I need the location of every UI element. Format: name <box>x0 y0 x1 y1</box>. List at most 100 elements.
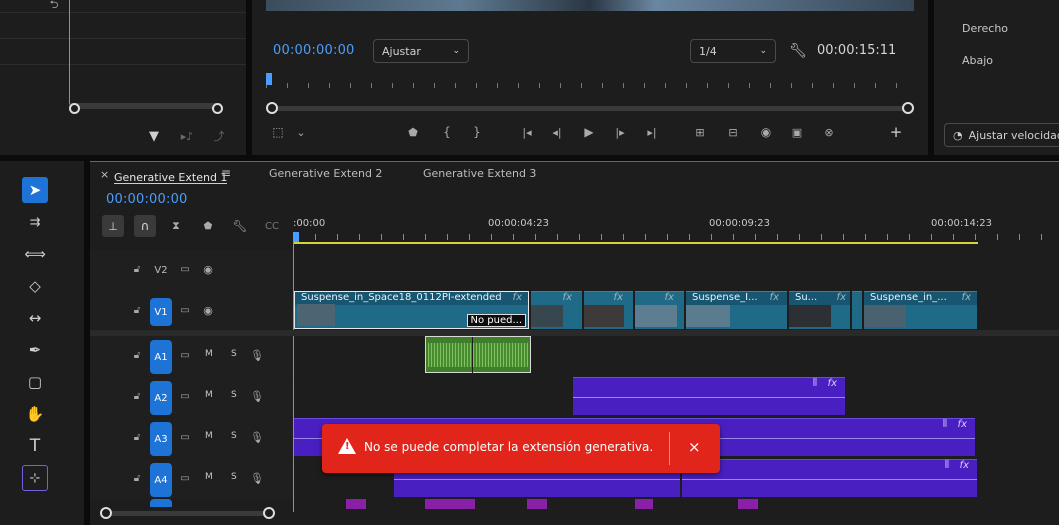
track-label-a3[interactable]: A3 <box>150 422 172 456</box>
back-arrow-icon[interactable]: ⮌ <box>44 0 64 11</box>
timeline-playhead-handle[interactable] <box>293 232 299 242</box>
insert-icon[interactable]: ⊞ <box>691 124 709 140</box>
resolution-dropdown[interactable]: 1/4 ⌄ <box>690 39 776 63</box>
go-to-in-icon[interactable]: |◂ <box>518 124 536 140</box>
timeline-scrollbar[interactable] <box>100 511 270 516</box>
camera-icon[interactable]: ◉ <box>757 124 775 140</box>
solo-button[interactable]: S <box>231 390 237 400</box>
lock-icon[interactable]: 🔓︎ <box>130 303 144 317</box>
generative-extend-tool-icon[interactable]: ⊹ <box>22 465 48 491</box>
audio-clip-a5[interactable] <box>635 499 653 509</box>
timeline-scroll-handle-right[interactable] <box>263 507 275 519</box>
track-label-a2[interactable]: A2 <box>150 381 172 415</box>
lock-icon[interactable]: 🔓︎ <box>130 262 144 276</box>
step-back-icon[interactable]: ◂| <box>549 124 565 140</box>
effects-item-abajo[interactable]: Abajo <box>962 54 993 67</box>
program-scroll-handle-left[interactable] <box>266 102 278 114</box>
video-clip[interactable]: fx <box>635 291 684 329</box>
track-divider-va[interactable] <box>90 330 1059 336</box>
audio-clip-a5[interactable] <box>738 499 758 509</box>
mark-in-icon[interactable]: { <box>440 124 454 140</box>
video-clip-suspense-4[interactable]: Suspense_in_... fx <box>864 291 977 329</box>
audio-clip-a5[interactable] <box>527 499 547 509</box>
tab-close-icon[interactable]: × <box>100 168 109 181</box>
slip-tool-icon[interactable]: ↔ <box>22 305 48 331</box>
lock-icon[interactable]: 🔓︎ <box>130 348 144 362</box>
tab-generative-extend-3[interactable]: Generative Extend 3 <box>423 167 536 180</box>
captions-icon[interactable]: CC <box>263 218 281 234</box>
pen-tool-icon[interactable]: ✒ <box>22 337 48 363</box>
razor-tool-icon[interactable]: ◇ <box>22 273 48 299</box>
filter-icon[interactable]: ▼ <box>145 128 163 144</box>
lock-icon[interactable]: 🔓︎ <box>130 430 144 444</box>
rectangle-tool-icon[interactable]: ▢ <box>22 369 48 395</box>
linked-selection-icon[interactable]: ⧗ <box>168 218 184 234</box>
marker-icon[interactable]: ⬟ <box>405 124 421 140</box>
mute-button[interactable]: M <box>205 349 213 359</box>
microphone-icon[interactable]: 🎙︎ <box>250 471 264 485</box>
source-scroll-handle-right[interactable] <box>212 103 223 114</box>
wrench-icon[interactable]: 🔧︎ <box>789 42 807 60</box>
effects-item-derecho[interactable]: Derecho <box>962 22 1008 35</box>
video-clip-main[interactable]: Suspense_in_Space18_0112PI-extended fx N… <box>294 291 529 329</box>
film-icon[interactable]: ▭ <box>178 430 192 444</box>
audio-clip-a5[interactable] <box>346 499 366 509</box>
solo-button[interactable]: S <box>231 472 237 482</box>
audio-clip-a2[interactable]: fx ⫼ <box>573 377 845 415</box>
ripple-edit-tool-icon[interactable]: ⟺ <box>22 241 48 267</box>
mute-button[interactable]: M <box>205 390 213 400</box>
program-playhead[interactable] <box>266 73 272 85</box>
lock-icon[interactable]: 🔓︎ <box>130 389 144 403</box>
video-clip[interactable]: fx <box>531 291 582 329</box>
eye-icon[interactable]: ◉ <box>200 262 216 276</box>
film-icon[interactable]: ▭ <box>178 262 192 276</box>
track-label-v2[interactable]: V2 <box>150 258 172 282</box>
video-clip[interactable]: fx <box>584 291 633 329</box>
export-icon[interactable]: ⤴ <box>210 128 228 144</box>
film-icon[interactable]: ▭ <box>178 389 192 403</box>
mark-out-icon[interactable]: } <box>470 124 484 140</box>
program-mini-ruler[interactable] <box>266 74 914 88</box>
program-timecode-current[interactable]: 00:00:00:00 <box>273 43 355 58</box>
selection-tool-icon[interactable]: ➤ <box>22 177 48 203</box>
solo-button[interactable]: S <box>231 349 237 359</box>
program-scrollbar[interactable] <box>272 106 908 111</box>
go-to-out-icon[interactable]: ▸| <box>643 124 661 140</box>
work-area-bar[interactable] <box>293 242 978 244</box>
tab-menu-icon[interactable]: ≡ <box>221 166 231 180</box>
microphone-icon[interactable]: 🎙︎ <box>250 348 264 362</box>
audio-clip-a1[interactable] <box>425 336 531 374</box>
speed-button[interactable]: ◔ Ajustar velocidad... <box>944 123 1059 147</box>
comparison-view-icon[interactable]: ▣ <box>788 124 806 140</box>
safe-margins-icon[interactable]: ⬚ <box>270 124 286 140</box>
audio-route-icon[interactable]: ▸♪ <box>178 128 196 144</box>
add-button-icon[interactable]: + <box>888 123 904 141</box>
overwrite-icon[interactable]: ⊟ <box>724 124 742 140</box>
microphone-icon[interactable]: 🎙︎ <box>250 430 264 444</box>
audio-clip-a5[interactable] <box>425 499 475 509</box>
video-clip-suspense-2[interactable]: Suspense_I... fx <box>686 291 787 329</box>
insert-overwrite-toggle[interactable]: ⊥ <box>102 215 124 237</box>
microphone-icon[interactable]: 🎙︎ <box>250 389 264 403</box>
film-icon[interactable]: ▭ <box>178 471 192 485</box>
tab-generative-extend-2[interactable]: Generative Extend 2 <box>269 167 382 180</box>
step-forward-icon[interactable]: |▸ <box>612 124 628 140</box>
type-tool-icon[interactable]: T <box>22 433 48 459</box>
video-clip-suspense-3[interactable]: Su... fx <box>789 291 850 329</box>
lock-icon[interactable]: 🔓︎ <box>130 471 144 485</box>
solo-button[interactable]: S <box>231 431 237 441</box>
vr-icon[interactable]: ⊗ <box>820 124 838 140</box>
timeline-ruler[interactable]: :00:00 00:00:04:23 00:00:09:23 00:00:14:… <box>293 212 1059 246</box>
track-label-v1[interactable]: V1 <box>150 298 172 326</box>
hand-tool-icon[interactable]: ✋ <box>22 401 48 427</box>
source-scrollbar[interactable] <box>69 103 222 109</box>
fit-dropdown[interactable]: Ajustar ⌄ <box>373 39 469 63</box>
film-icon[interactable]: ▭ <box>178 303 192 317</box>
video-clip-short[interactable] <box>852 291 862 329</box>
chevron-down-icon[interactable]: ⌄ <box>294 124 308 140</box>
source-scroll-handle-left[interactable] <box>69 103 80 114</box>
track-label-a1[interactable]: A1 <box>150 340 172 374</box>
snap-toggle-icon[interactable]: ∩ <box>134 215 156 237</box>
audio-clip-a4b[interactable]: fx ⫼ <box>682 459 977 497</box>
track-label-a4[interactable]: A4 <box>150 463 172 497</box>
